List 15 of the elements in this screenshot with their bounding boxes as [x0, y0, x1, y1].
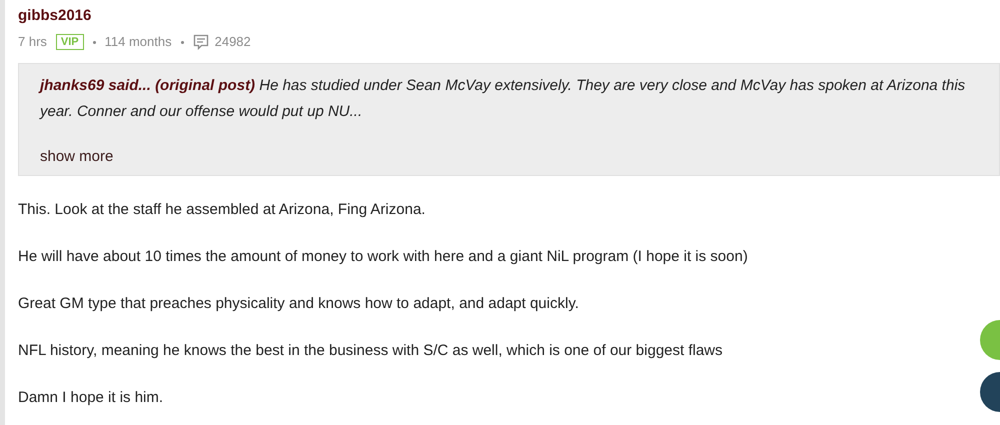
show-more-link[interactable]: show more	[40, 147, 114, 167]
post-time: 7 hrs	[18, 33, 47, 51]
post-paragraph: He will have about 10 times the amount of money to work with here and a giant NiL program (I hope it is soon)	[18, 247, 749, 267]
post-paragraph: This. Look at the staff he assembled at Arizona, Fing Arizona.	[18, 200, 426, 220]
post-paragraph: Great GM type that preaches physicality and knows how to adapt, and adapt quickly.	[18, 294, 580, 314]
quote-text: jhanks69 said... (original post) He has studied under Sean McVay extensively. They are very close and McVay has spoken at Arizona this year. Conner and our offense would put up NU...	[40, 76, 966, 122]
comment-icon	[192, 34, 209, 50]
post-count: 24982	[214, 33, 251, 51]
vip-badge: VIP	[56, 34, 84, 50]
post-paragraph: Damn I hope it is him.	[18, 388, 164, 408]
quote-author-link[interactable]: jhanks69 said...	[40, 77, 151, 94]
post-paragraph: NFL history, meaning he knows the best in the business with S/C as well, which is one of our biggest flaws	[18, 341, 724, 361]
membership-tenure: 114 months	[104, 33, 172, 51]
original-post-link[interactable]: (original post)	[155, 77, 256, 94]
username[interactable]: gibbs2016	[18, 6, 92, 26]
